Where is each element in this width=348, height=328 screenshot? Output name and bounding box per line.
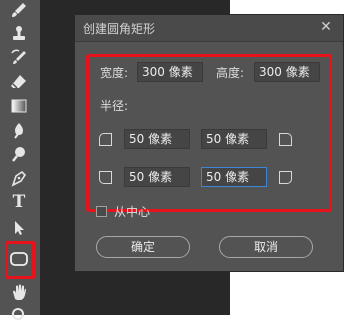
- dodge-icon: [12, 147, 25, 162]
- brush-icon: [12, 3, 26, 17]
- history-brush-tool[interactable]: [6, 45, 32, 71]
- path-selection-tool[interactable]: [6, 215, 32, 241]
- dialog-title: 创建圆角矩形: [83, 21, 156, 36]
- blur-tool[interactable]: [6, 117, 32, 143]
- gradient-tool[interactable]: [6, 93, 32, 119]
- dialog-title-bar: 创建圆角矩形: [75, 15, 343, 42]
- from-center-label: 从中心: [114, 205, 151, 219]
- history-brush-icon: [11, 49, 26, 64]
- from-center-checkbox[interactable]: [96, 206, 107, 217]
- zoom-icon: [12, 308, 24, 320]
- type-tool[interactable]: T: [6, 189, 32, 215]
- zoom-tool[interactable]: [6, 302, 32, 328]
- stamp-icon: [13, 26, 25, 40]
- gradient-icon: [11, 99, 27, 113]
- arrow-icon: [15, 221, 24, 235]
- cancel-button[interactable]: 取消: [219, 236, 313, 258]
- eraser-icon: [11, 75, 26, 89]
- pen-tool[interactable]: [6, 165, 32, 191]
- settings-highlight-frame: [86, 54, 332, 212]
- blur-icon: [14, 123, 23, 139]
- tools-panel: T: [0, 0, 41, 320]
- dodge-tool[interactable]: [6, 141, 32, 167]
- hand-icon: [13, 284, 26, 300]
- active-tool-highlight: [5, 241, 35, 279]
- eraser-tool[interactable]: [6, 69, 32, 95]
- ok-button[interactable]: 确定: [96, 236, 190, 258]
- type-icon: T: [12, 192, 26, 212]
- pen-icon: [11, 170, 27, 187]
- stamp-tool[interactable]: [6, 21, 32, 47]
- brush-tool[interactable]: [6, 0, 32, 23]
- close-icon[interactable]: ✕: [319, 20, 333, 34]
